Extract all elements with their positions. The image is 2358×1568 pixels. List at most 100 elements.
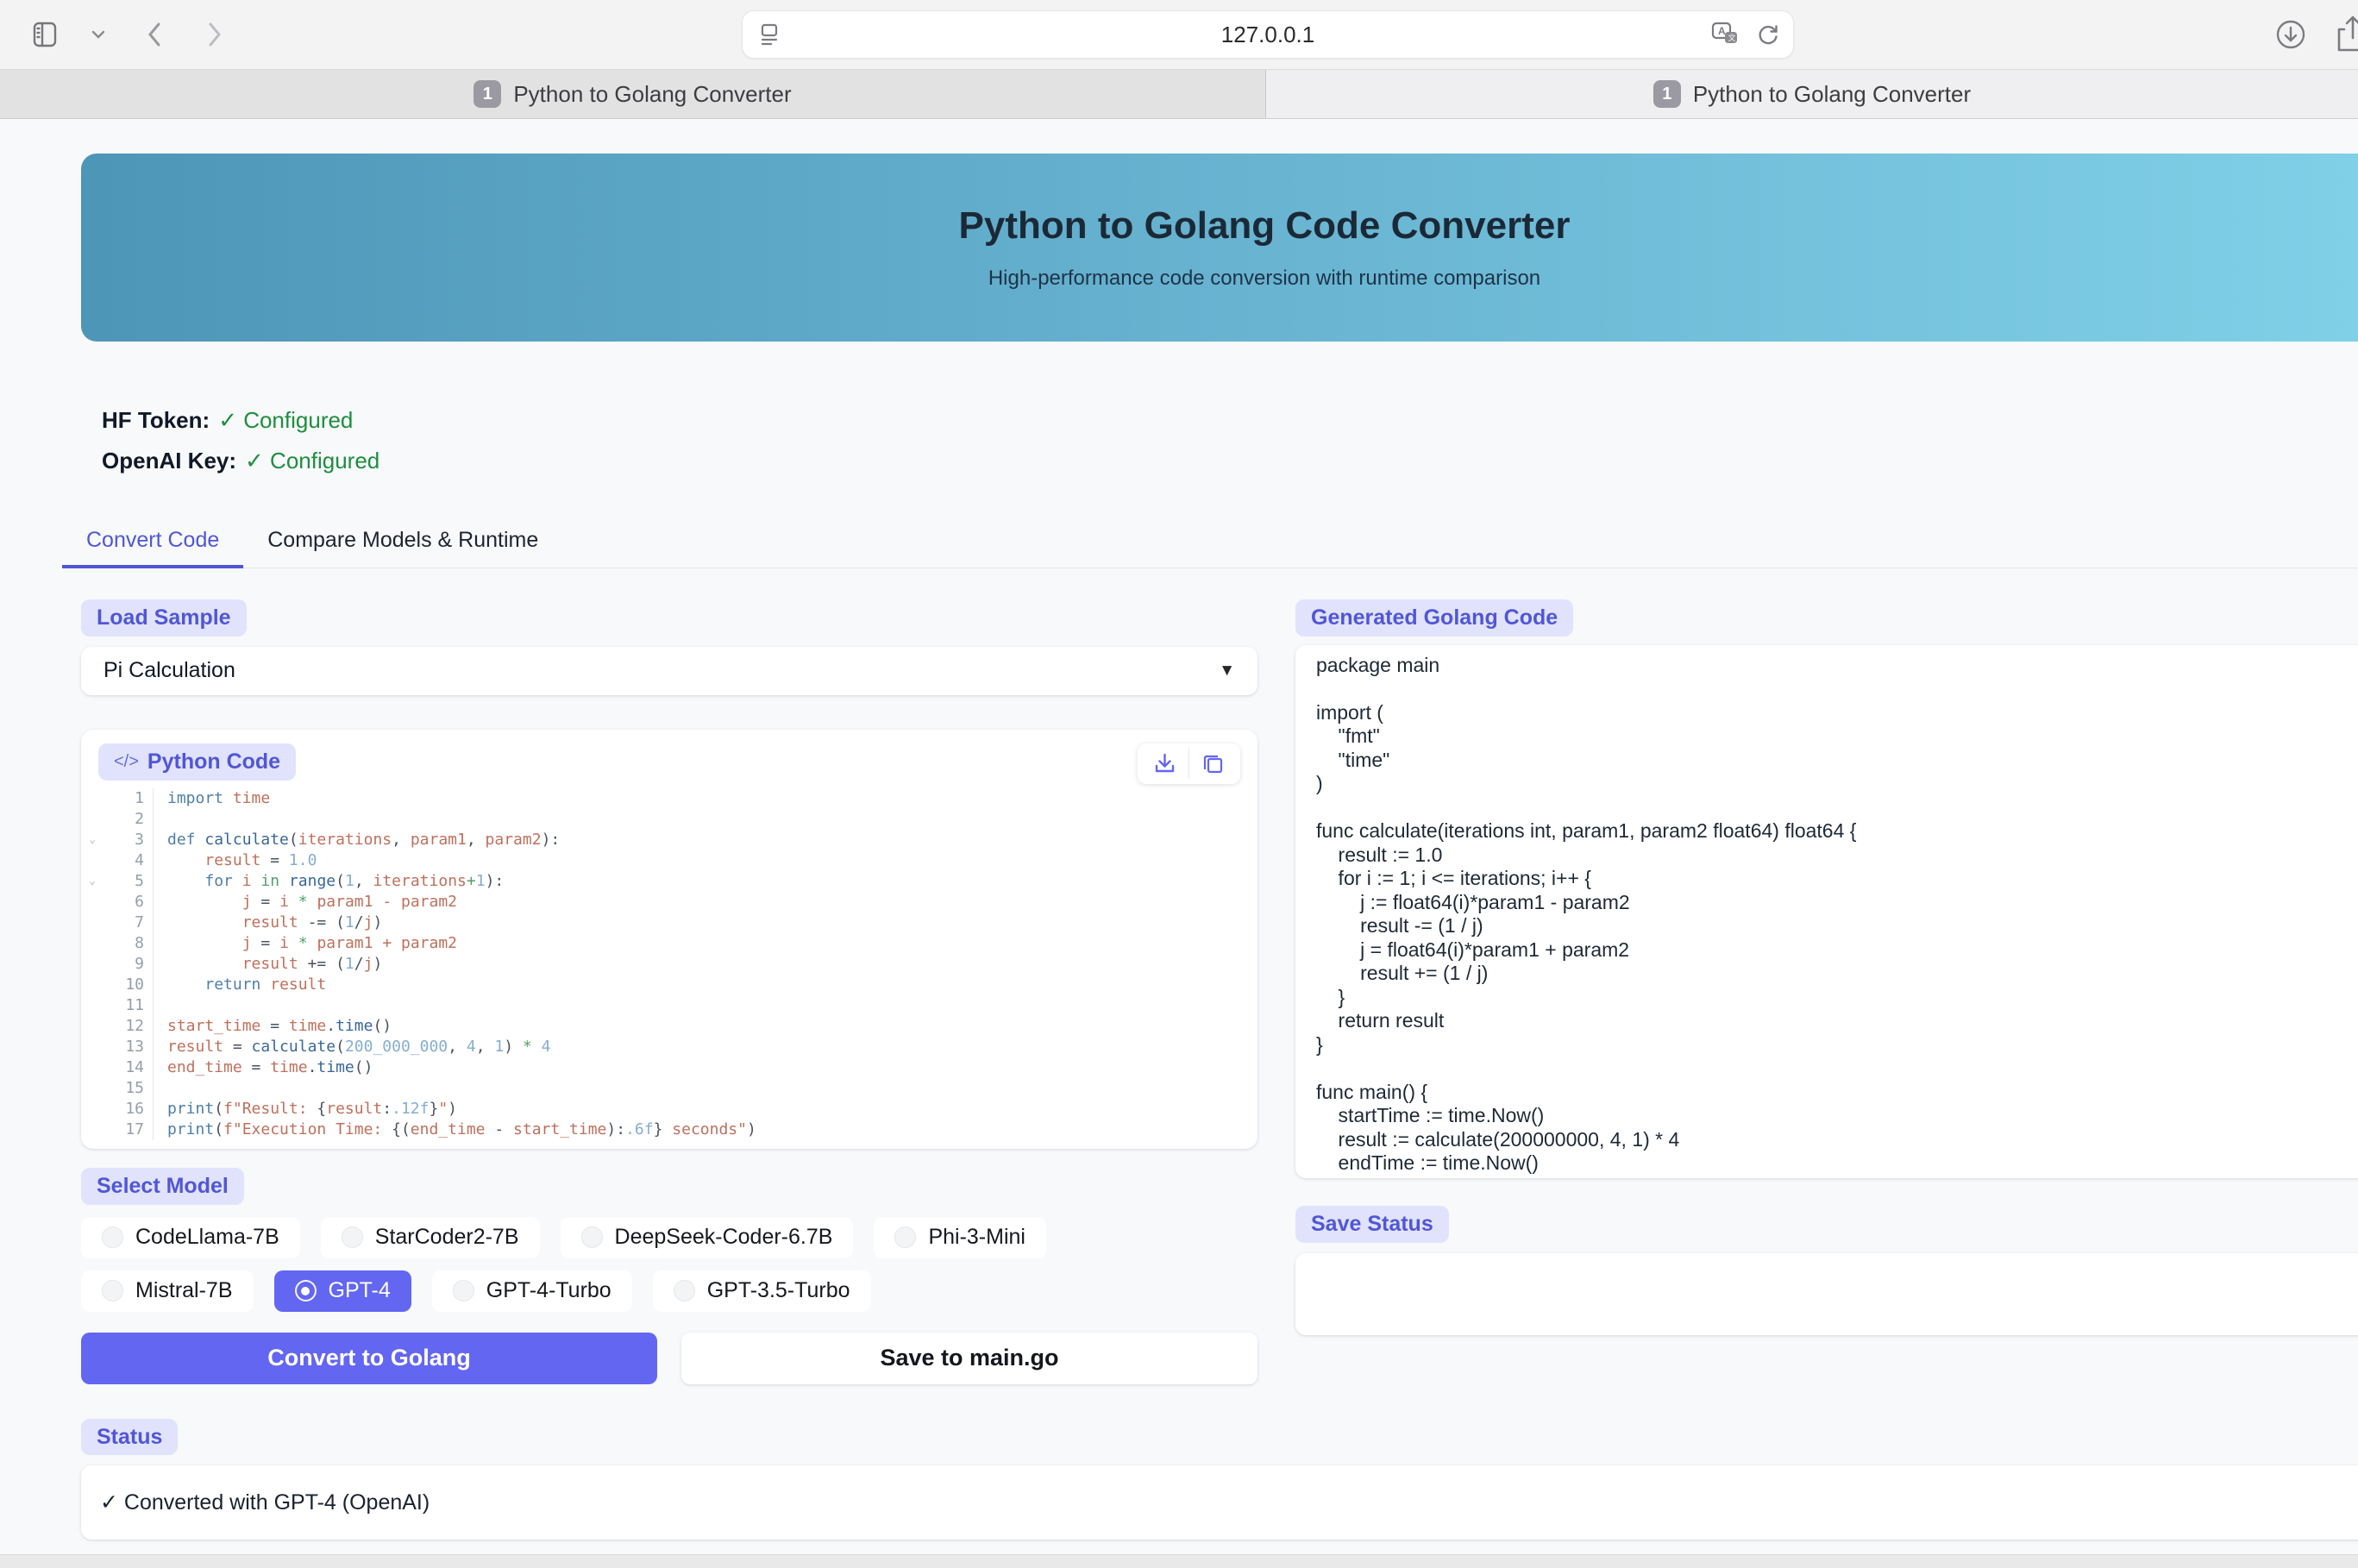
model-option-deepseek-coder-6-7b[interactable]: DeepSeek-Coder-6.7B [561, 1217, 854, 1258]
page-title: Python to Golang Code Converter [959, 204, 1571, 248]
code-line: 7 result -= (1/j) [81, 913, 1257, 933]
model-option-codellama-7b[interactable]: CodeLlama-7B [81, 1217, 300, 1258]
sidebar-toggle-icon[interactable] [31, 21, 62, 48]
fold-spacer [81, 1057, 103, 1078]
code-gutter: 2 [81, 809, 154, 830]
download-code-button[interactable] [1141, 749, 1188, 779]
radio-selected-icon [295, 1280, 317, 1301]
code-line: 2 [81, 809, 1257, 830]
code-line: 10 return result [81, 975, 1257, 995]
fold-spacer [81, 1016, 103, 1037]
fold-spacer [81, 975, 103, 995]
output-panel: Generated Golang Code package main impor… [1295, 599, 2358, 1335]
save-status-badge: Save Status [1295, 1206, 1449, 1243]
fold-chevron-icon[interactable]: ⌄ [81, 871, 103, 892]
code-text: result += (1/j) [154, 954, 382, 975]
model-option-gpt-4-turbo[interactable]: GPT-4-Turbo [432, 1270, 632, 1312]
code-text: end_time = time.time() [154, 1057, 373, 1078]
sample-select[interactable]: Pi Calculation ▼ [81, 647, 1257, 695]
line-number: 4 [103, 850, 153, 871]
select-caret-icon: ▼ [1219, 662, 1235, 681]
fold-spacer [81, 850, 103, 871]
code-gutter: ⌄5 [81, 871, 154, 892]
status-message: ✓ Converted with GPT-4 (OpenAI) [100, 1490, 430, 1515]
line-number: 9 [103, 954, 153, 975]
tab-compare-models-runtime[interactable]: Compare Models & Runtime [243, 519, 562, 568]
golang-code-line: for i := 1; i <= iterations; i++ { [1316, 867, 2358, 891]
page-preview-icon[interactable] [756, 22, 782, 47]
fold-spacer [81, 1078, 103, 1099]
translate-icon[interactable]: A 文 [1710, 21, 1740, 48]
python-code-editor[interactable]: 1import time2 ⌄3def calculate(iterations… [81, 788, 1257, 1140]
api-status-label: HF Token: [102, 407, 210, 433]
model-option-label: DeepSeek-Coder-6.7B [615, 1225, 833, 1250]
code-line: 16print(f"Result: {result:.12f}") [81, 1099, 1257, 1120]
editor-actions [1138, 743, 1240, 784]
convert-panel: Load Sample Pi Calculation ▼ </> Python … [81, 599, 1257, 1384]
model-option-label: GPT-4 [329, 1278, 391, 1303]
code-gutter: 10 [81, 975, 154, 995]
fold-spacer [81, 995, 103, 1016]
code-gutter: 8 [81, 933, 154, 954]
golang-code-line [1316, 1057, 2358, 1081]
fold-chevron-icon[interactable]: ⌄ [81, 830, 103, 850]
golang-code-line: startTime := time.Now() [1316, 1104, 2358, 1128]
forward-icon[interactable] [205, 20, 224, 49]
back-icon[interactable] [145, 20, 164, 49]
model-option-mistral-7b[interactable]: Mistral-7B [81, 1270, 254, 1312]
golang-code-line: result += (1 / j) [1316, 962, 2358, 986]
share-icon[interactable] [2336, 16, 2358, 53]
svg-text:A: A [1718, 25, 1726, 37]
save-button[interactable]: Save to main.go [681, 1333, 1257, 1384]
code-icon: </> [114, 752, 139, 772]
code-text: return result [154, 975, 326, 995]
status-badge: Status [81, 1419, 178, 1456]
fold-spacer [81, 1099, 103, 1120]
model-option-phi-3-mini[interactable]: Phi-3-Mini [874, 1217, 1046, 1258]
golang-code-line: func main() { [1316, 1081, 2358, 1105]
golang-code-line: result := 1.0 [1316, 844, 2358, 868]
golang-code-line: result -= (1 / j) [1316, 914, 2358, 938]
golang-code-line: j = float64(i)*param1 + param2 [1316, 938, 2358, 963]
code-gutter: 6 [81, 892, 154, 913]
fold-spacer [81, 913, 103, 933]
save-status-box [1295, 1253, 2358, 1335]
code-text: result -= (1/j) [154, 913, 382, 933]
convert-button[interactable]: Convert to Golang [81, 1333, 657, 1384]
horizontal-scrollbar[interactable] [0, 1554, 2358, 1568]
golang-code-line: endTime := time.Now() [1316, 1151, 2358, 1176]
fold-spacer [81, 809, 103, 830]
code-line: 1import time [81, 788, 1257, 809]
code-gutter: ⌄3 [81, 830, 154, 850]
url-bar[interactable]: 127.0.0.1 A 文 [742, 10, 1794, 59]
code-line: 15 [81, 1078, 1257, 1099]
code-gutter: 4 [81, 850, 154, 871]
select-model-badge: Select Model [81, 1168, 244, 1205]
load-sample-badge: Load Sample [81, 599, 247, 637]
reload-icon[interactable] [1755, 22, 1781, 47]
fold-spacer [81, 1037, 103, 1057]
copy-code-button[interactable] [1188, 749, 1237, 779]
line-number: 1 [103, 788, 153, 809]
browser-tab-2[interactable]: 1Python to Golang Converter [1266, 70, 2358, 118]
model-options: CodeLlama-7B StarCoder2-7B DeepSeek-Coder-… [81, 1217, 1168, 1312]
model-option-gpt-3-5-turbo[interactable]: GPT-3.5-Turbo [653, 1270, 871, 1312]
downloads-icon[interactable] [2273, 17, 2308, 52]
code-gutter: 7 [81, 913, 154, 933]
code-text [154, 995, 177, 1016]
golang-code-line: ) [1316, 772, 2358, 796]
line-number: 14 [103, 1057, 153, 1078]
chevron-down-icon[interactable] [90, 28, 107, 41]
code-text: start_time = time.time() [154, 1016, 392, 1037]
tab-convert-code[interactable]: Convert Code [62, 519, 243, 568]
line-number: 2 [103, 809, 153, 830]
radio-icon [674, 1280, 695, 1301]
api-status-label: OpenAI Key: [102, 448, 236, 474]
model-option-gpt-4[interactable]: GPT-4 [274, 1270, 411, 1312]
model-option-label: Phi-3-Mini [928, 1225, 1025, 1250]
line-number: 7 [103, 913, 153, 933]
code-gutter: 12 [81, 1016, 154, 1037]
browser-tabstrip: 1Python to Golang Converter1Python to Go… [0, 69, 2358, 119]
browser-tab-1[interactable]: 1Python to Golang Converter [0, 70, 1266, 118]
model-option-starcoder2-7b[interactable]: StarCoder2-7B [321, 1217, 540, 1258]
